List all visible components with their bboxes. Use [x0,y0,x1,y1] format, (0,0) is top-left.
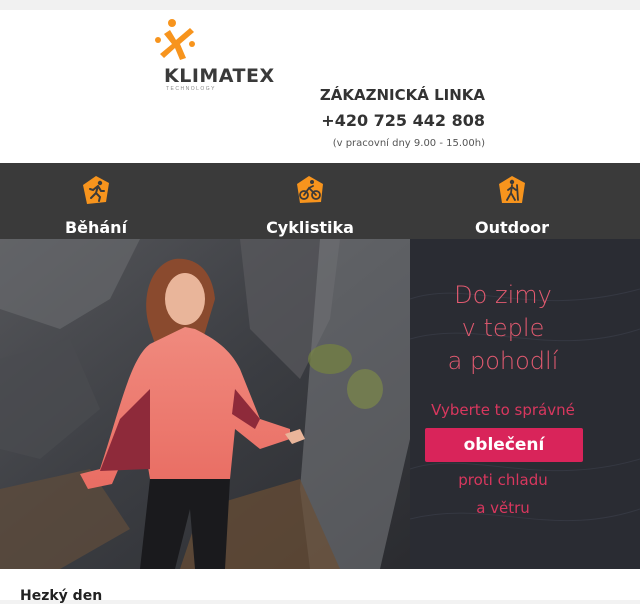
customer-line-hours: (v pracovní dny 9.00 - 15.00h) [332,138,485,149]
hero-banner[interactable]: Do zimy v teple a pohodlí Vyberte to spr… [0,239,640,569]
brand-tagline: TECHNOLOGY [166,86,217,92]
hero-post-cta-line: a větru [476,499,530,517]
customer-line-phone[interactable]: +420 725 442 808 [320,111,485,130]
nav-item-outdoor[interactable]: Outdoor [432,163,592,239]
hero-headline-line: v teple [461,314,545,342]
email-header: KLIMATEX TECHNOLOGY ZÁKAZNICKÁ LINKA +42… [0,10,640,163]
nav-label-outdoor: Outdoor [475,218,549,237]
customer-line: ZÁKAZNICKÁ LINKA +420 725 442 808 (v pra… [320,86,485,149]
category-nav: Běhání Cyklistika Outdoor [0,163,640,239]
logo-splash-icon [155,19,195,60]
greeting-heading: Hezký den [20,588,103,604]
klimatex-logo[interactable]: KLIMATEX TECHNOLOGY [150,18,290,98]
hero-headline-line: a pohodlí [447,347,559,375]
hero-pre-cta: Vyberte to správné [431,401,575,419]
nav-item-running[interactable]: Běhání [16,163,176,239]
customer-line-title: ZÁKAZNICKÁ LINKA [319,86,485,104]
nav-item-cycling[interactable]: Cyklistika [230,163,390,239]
hiking-icon [499,176,525,203]
top-strip [0,0,640,10]
brand-name: KLIMATEX [164,65,275,87]
nav-label-cycling: Cyklistika [266,218,354,237]
email-body: Hezký den [0,569,640,604]
running-icon [83,176,109,204]
hero-post-cta-line: proti chladu [458,471,548,489]
nav-label-running: Běhání [64,218,128,237]
shop-clothing-button[interactable]: oblečení [425,428,583,462]
hero-headline-line: Do zimy [454,281,552,309]
cycling-icon [297,176,323,203]
hero-headline: Do zimy v teple a pohodlí [403,279,603,378]
hero-photo [0,239,420,569]
